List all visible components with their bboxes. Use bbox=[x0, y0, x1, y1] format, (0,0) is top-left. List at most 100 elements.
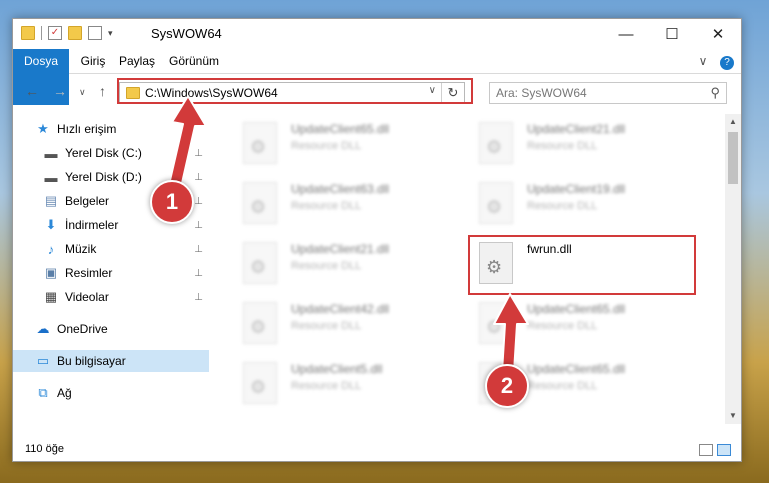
sidebar-item-videos[interactable]: ▦ Videolar ⊥ bbox=[13, 286, 209, 308]
file-name: UpdateClient21.dll bbox=[527, 122, 626, 136]
new-folder-icon[interactable] bbox=[68, 26, 82, 40]
pin-icon[interactable]: ⊥ bbox=[194, 172, 203, 183]
sidebar-item-music[interactable]: ♪ Müzik ⊥ bbox=[13, 238, 209, 260]
sidebar-item-network[interactable]: ⧉ Ağ bbox=[13, 382, 209, 404]
separator bbox=[41, 26, 42, 40]
sidebar-item-this-pc[interactable]: ▭ Bu bilgisayar bbox=[13, 350, 209, 372]
file-item[interactable]: ⚙ UpdateClient65.dll Resource DLL bbox=[233, 118, 453, 174]
dll-file-icon: ⚙ bbox=[243, 242, 277, 284]
file-item[interactable]: ⚙ UpdateClient65.dll Resource DLL bbox=[469, 298, 689, 354]
file-name: UpdateClient65.dll bbox=[291, 122, 390, 136]
file-item[interactable]: ⚙ UpdateClient5.dll Resource DLL bbox=[233, 358, 453, 414]
details-view-icon[interactable] bbox=[699, 444, 713, 456]
sidebar-item-label: OneDrive bbox=[57, 322, 108, 336]
dll-file-icon: ⚙ bbox=[479, 182, 513, 224]
pin-icon[interactable]: ⊥ bbox=[194, 148, 203, 159]
large-icons-view-icon[interactable] bbox=[717, 444, 731, 456]
search-placeholder: Ara: SysWOW64 bbox=[496, 86, 587, 100]
up-button[interactable]: ↑ bbox=[99, 83, 106, 99]
help-icon[interactable]: ? bbox=[719, 49, 735, 73]
help-glyph: ? bbox=[720, 56, 734, 70]
sidebar-item-quick-access[interactable]: ★ Hızlı erişim bbox=[13, 118, 209, 140]
search-box[interactable]: Ara: SysWOW64 ⚲ bbox=[489, 82, 727, 104]
sidebar-item-local-disk-c[interactable]: ▬ Yerel Disk (C:) ⊥ bbox=[13, 142, 209, 164]
file-highlight bbox=[468, 235, 696, 295]
sidebar-item-onedrive[interactable]: ☁ OneDrive bbox=[13, 318, 209, 340]
file-type: Resource DLL bbox=[527, 140, 598, 152]
videos-icon: ▦ bbox=[44, 289, 58, 304]
file-name: UpdateClient5.dll bbox=[291, 362, 383, 376]
pin-icon[interactable]: ⊥ bbox=[194, 196, 203, 207]
gear-icon: ⚙ bbox=[250, 197, 267, 217]
gear-icon: ⚙ bbox=[486, 317, 503, 337]
pictures-icon: ▣ bbox=[44, 265, 58, 280]
customize-toolbar-icon[interactable]: ▾ bbox=[108, 28, 113, 39]
sidebar-item-label: Belgeler bbox=[65, 194, 110, 208]
file-item[interactable]: ⚙ UpdateClient21.dll Resource DLL bbox=[233, 238, 453, 294]
back-button[interactable]: ← bbox=[25, 83, 39, 99]
dll-file-icon: ⚙ bbox=[243, 122, 277, 164]
file-item[interactable]: ⚙ UpdateClient19.dll Resource DLL bbox=[469, 178, 689, 234]
file-type: Resource DLL bbox=[291, 200, 362, 212]
gear-icon: ⚙ bbox=[250, 137, 267, 157]
file-type: Resource DLL bbox=[527, 200, 598, 212]
view-switcher bbox=[699, 444, 731, 456]
file-type: Resource DLL bbox=[527, 380, 598, 392]
ribbon-expand-icon[interactable]: ∨ bbox=[695, 49, 711, 73]
sidebar-item-label: Bu bilgisayar bbox=[57, 354, 126, 368]
maximize-button[interactable]: ☐ bbox=[649, 19, 695, 49]
file-item[interactable]: ⚙ UpdateClient63.dll Resource DLL bbox=[233, 178, 453, 234]
drive-icon: ▬ bbox=[44, 145, 58, 161]
vertical-scrollbar[interactable]: ▲ ▼ bbox=[725, 114, 741, 424]
sidebar-item-pictures[interactable]: ▣ Resimler ⊥ bbox=[13, 262, 209, 284]
step-1-badge: 1 bbox=[150, 180, 194, 224]
tab-share[interactable]: Paylaş bbox=[115, 49, 159, 73]
file-item[interactable]: ⚙ UpdateClient42.dll Resource DLL bbox=[233, 298, 453, 354]
file-name: UpdateClient65.dll bbox=[527, 362, 626, 376]
scroll-down-icon[interactable]: ▼ bbox=[725, 408, 741, 424]
computer-icon: ▭ bbox=[36, 353, 50, 368]
file-item[interactable]: ⚙ UpdateClient21.dll Resource DLL bbox=[469, 118, 689, 174]
sidebar-item-label: Hızlı erişim bbox=[57, 122, 117, 136]
title-bar: ✓ ▾ SysWOW64 — ☐ ✕ bbox=[13, 19, 741, 49]
pin-icon[interactable]: ⊥ bbox=[194, 292, 203, 303]
navigation-pane: ★ Hızlı erişim ▬ Yerel Disk (C:) ⊥ ▬ Yer… bbox=[13, 114, 209, 424]
file-type: Resource DLL bbox=[291, 260, 362, 272]
music-icon: ♪ bbox=[47, 241, 55, 257]
file-name: UpdateClient21.dll bbox=[291, 242, 390, 256]
tab-view[interactable]: Görünüm bbox=[165, 49, 223, 73]
sidebar-item-label: Resimler bbox=[65, 266, 113, 280]
search-icon[interactable]: ⚲ bbox=[710, 85, 720, 101]
file-type: Resource DLL bbox=[291, 140, 362, 152]
address-bar-highlight bbox=[117, 78, 473, 104]
file-name: UpdateClient42.dll bbox=[291, 302, 390, 316]
sidebar-item-label: Ağ bbox=[57, 386, 72, 400]
ribbon-tabs: Dosya Giriş Paylaş Görünüm ∨ ? bbox=[13, 49, 741, 105]
sidebar-item-label: İndirmeler bbox=[65, 218, 119, 232]
pin-icon[interactable]: ⊥ bbox=[194, 244, 203, 255]
close-button[interactable]: ✕ bbox=[695, 19, 741, 49]
minimize-button[interactable]: — bbox=[603, 19, 649, 49]
documents-icon: ▤ bbox=[44, 193, 58, 208]
tab-home[interactable]: Giriş bbox=[75, 49, 111, 73]
drive-icon: ▬ bbox=[44, 169, 58, 185]
view-options-icon[interactable] bbox=[88, 26, 102, 40]
forward-button[interactable]: → bbox=[53, 83, 67, 99]
recent-locations-button[interactable]: ∨ bbox=[79, 87, 86, 98]
dll-file-icon: ⚙ bbox=[479, 122, 513, 164]
sidebar-item-label: Müzik bbox=[65, 242, 97, 256]
gear-icon: ⚙ bbox=[486, 197, 503, 217]
pin-icon[interactable]: ⊥ bbox=[194, 268, 203, 279]
pin-icon[interactable]: ⊥ bbox=[194, 220, 203, 231]
scrollbar-thumb[interactable] bbox=[728, 132, 738, 184]
status-item-count: 110 öğe bbox=[25, 443, 64, 455]
download-icon: ⬇ bbox=[45, 217, 57, 232]
cloud-icon: ☁ bbox=[36, 321, 50, 336]
window-title: SysWOW64 bbox=[151, 26, 222, 41]
dll-file-icon: ⚙ bbox=[243, 182, 277, 224]
properties-icon[interactable]: ✓ bbox=[48, 26, 62, 40]
gear-icon: ⚙ bbox=[250, 257, 267, 277]
scroll-up-icon[interactable]: ▲ bbox=[725, 114, 741, 130]
file-name: UpdateClient65.dll bbox=[527, 302, 626, 316]
network-icon: ⧉ bbox=[38, 385, 48, 400]
